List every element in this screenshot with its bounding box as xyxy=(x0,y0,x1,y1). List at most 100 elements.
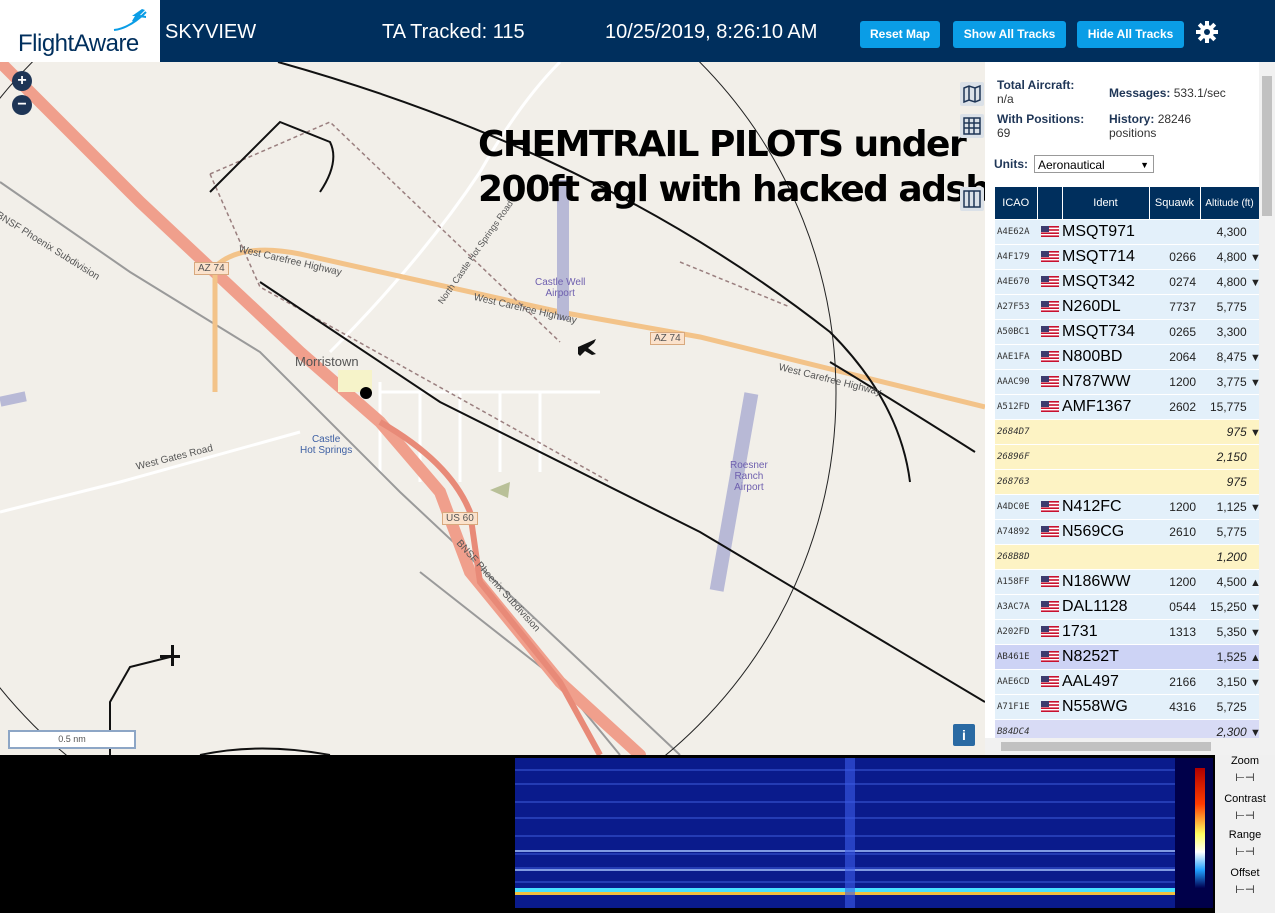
table-row[interactable]: A27F53 N260DL 7737 5,775 xyxy=(995,294,1259,320)
show-all-tracks-button[interactable]: Show All Tracks xyxy=(953,21,1066,48)
cell-flag xyxy=(1037,519,1062,545)
range-slider[interactable]: ⊢⊣ xyxy=(1220,845,1270,858)
units-dropdown[interactable]: Aeronautical ▼ xyxy=(1034,155,1154,173)
col-header-squawk[interactable]: Squawk xyxy=(1149,187,1201,220)
map-view[interactable]: + − BNSF Phoenix Subdivision BNSF Phoeni… xyxy=(0,62,985,755)
altitude-value: 3,150 xyxy=(1216,675,1247,689)
hide-all-tracks-button[interactable]: Hide All Tracks xyxy=(1077,21,1184,48)
table-row[interactable]: A4E62A MSQT971 4,300 xyxy=(995,219,1259,245)
table-row[interactable]: A71F1E N558WG 4316 5,725 xyxy=(995,694,1259,720)
total-aircraft-label: Total Aircraft: xyxy=(997,78,1075,92)
map-layers-icon[interactable] xyxy=(960,82,984,106)
altitude-value: 2,300 xyxy=(1216,725,1247,739)
us-flag-icon xyxy=(1040,323,1059,340)
table-row[interactable]: AAE1FAN800BD20648,475 ▼ xyxy=(995,344,1259,370)
offset-slider[interactable]: ⊢⊣ xyxy=(1220,883,1270,896)
table-row[interactable]: A202FD173113135,350 ▼ xyxy=(995,619,1259,645)
table-row[interactable]: A4F179MSQT71402664,800 ▼ xyxy=(995,244,1259,270)
altitude-trend-icon: ▲ xyxy=(1250,652,1259,664)
total-aircraft-value: n/a xyxy=(997,92,1014,106)
grid-toggle-icon[interactable] xyxy=(960,114,984,138)
table-row[interactable]: A512FD AMF1367 2602 15,775 xyxy=(995,394,1259,420)
table-row[interactable]: A74892 N569CG 2610 5,775 xyxy=(995,519,1259,545)
us-flag-icon xyxy=(1040,398,1059,415)
cell-altitude: 15,250 ▼ xyxy=(1200,594,1259,620)
table-row[interactable]: 268B8D 1,200 xyxy=(995,544,1259,570)
zoom-out-button[interactable]: − xyxy=(12,95,32,115)
cell-flag xyxy=(1037,569,1062,595)
cell-ident: MSQT714 xyxy=(1062,244,1149,270)
zoom-control-label: Zoom xyxy=(1230,755,1260,767)
green-parcel xyxy=(490,482,510,498)
col-header-flag[interactable] xyxy=(1037,187,1063,220)
aircraft-table: ICAO Ident Squawk Altitude (ft) A4E62A MS… xyxy=(995,187,1260,755)
cell-flag xyxy=(1037,344,1062,370)
overlay-caption: CHEMTRAIL PILOTS under 200ft agl with ha… xyxy=(478,122,985,212)
cell-icao: AB461E xyxy=(995,644,1037,670)
table-row[interactable]: A4E670MSQT34202744,800 ▼ xyxy=(995,269,1259,295)
cell-ident: N260DL xyxy=(1062,294,1149,320)
cell-ident: N558WG xyxy=(1062,694,1149,720)
cell-squawk: 0544 xyxy=(1149,594,1200,620)
cell-altitude: 8,475 ▼ xyxy=(1200,344,1259,370)
cell-icao: A202FD xyxy=(995,619,1037,645)
cell-squawk: 0265 xyxy=(1149,319,1200,345)
zoom-slider[interactable]: ⊢⊣ xyxy=(1220,771,1270,784)
table-row[interactable]: 26896F 2,150 xyxy=(995,444,1259,470)
cell-altitude: 2,150 xyxy=(1200,444,1259,470)
map-label-roesner: Roesner Ranch Airport xyxy=(730,460,768,493)
cell-flag xyxy=(1037,394,1062,420)
cell-flag xyxy=(1037,594,1062,620)
cell-flag xyxy=(1037,669,1062,695)
altitude-value: 5,725 xyxy=(1216,700,1247,714)
cell-altitude: 3,150 ▼ xyxy=(1200,669,1259,695)
cell-flag xyxy=(1037,469,1062,495)
col-header-altitude[interactable]: Altitude (ft) xyxy=(1200,187,1260,220)
cell-altitude: 1,525 ▲ xyxy=(1200,644,1259,670)
table-row[interactable]: AAAC90N787WW12003,775 ▼ xyxy=(995,369,1259,395)
reset-map-button[interactable]: Reset Map xyxy=(860,21,940,48)
cell-ident: MSQT971 xyxy=(1062,219,1149,245)
table-row[interactable]: 268763 975 xyxy=(995,469,1259,495)
table-row[interactable]: A158FFN186WW12004,500 ▲ xyxy=(995,569,1259,595)
cell-altitude: 15,775 xyxy=(1200,394,1259,420)
hscrollbar-thumb[interactable] xyxy=(1001,742,1211,751)
us-flag-icon xyxy=(1040,598,1059,615)
altitude-value: 1,125 xyxy=(1216,500,1247,514)
col-header-icao[interactable]: ICAO xyxy=(995,187,1038,220)
contrast-slider[interactable]: ⊢⊣ xyxy=(1220,809,1270,822)
cell-flag xyxy=(1037,644,1062,670)
cell-altitude: 1,200 xyxy=(1200,544,1259,570)
table-row[interactable]: 2684D7 975 ▼ xyxy=(995,419,1259,445)
cell-altitude: 975 ▼ xyxy=(1200,419,1259,445)
sidebar-horizontal-scrollbar[interactable] xyxy=(985,738,1259,755)
cell-flag xyxy=(1037,294,1062,320)
altitude-trend-icon: ▼ xyxy=(1250,277,1259,289)
cell-altitude: 975 xyxy=(1200,469,1259,495)
altitude-value: 15,775 xyxy=(1209,400,1247,414)
col-header-ident[interactable]: Ident xyxy=(1062,187,1150,220)
scrollbar-thumb[interactable] xyxy=(1262,76,1272,216)
sidebar-vertical-scrollbar[interactable] xyxy=(1259,62,1275,755)
flightaware-logo[interactable]: FlightAware xyxy=(0,0,160,62)
table-row[interactable]: A3AC7ADAL1128054415,250 ▼ xyxy=(995,594,1259,620)
cell-ident xyxy=(1062,544,1149,570)
columns-toggle-icon[interactable] xyxy=(960,187,984,211)
table-row[interactable]: A4DC0EN412FC12001,125 ▼ xyxy=(995,494,1259,520)
cell-ident: MSQT342 xyxy=(1062,269,1149,295)
messages-value: 533.1/sec xyxy=(1173,86,1226,100)
cell-ident xyxy=(1062,469,1149,495)
cell-ident: N412FC xyxy=(1062,494,1149,520)
table-row[interactable]: AB461E N8252T 1,525 ▲ xyxy=(995,644,1259,670)
cell-ident: 1731 xyxy=(1062,619,1149,645)
table-row[interactable]: AAE6CDAAL49721663,150 ▼ xyxy=(995,669,1259,695)
info-icon[interactable]: i xyxy=(953,724,975,746)
cell-squawk: 1200 xyxy=(1149,369,1200,395)
altitude-value: 1,200 xyxy=(1216,550,1247,564)
table-row[interactable]: A50BC1 MSQT734 0265 3,300 xyxy=(995,319,1259,345)
receiver-location-icon xyxy=(360,387,372,399)
gear-icon[interactable] xyxy=(1195,20,1219,44)
cell-icao: 26896F xyxy=(995,444,1037,470)
zoom-in-button[interactable]: + xyxy=(12,71,32,91)
cell-icao: AAAC90 xyxy=(995,369,1037,395)
